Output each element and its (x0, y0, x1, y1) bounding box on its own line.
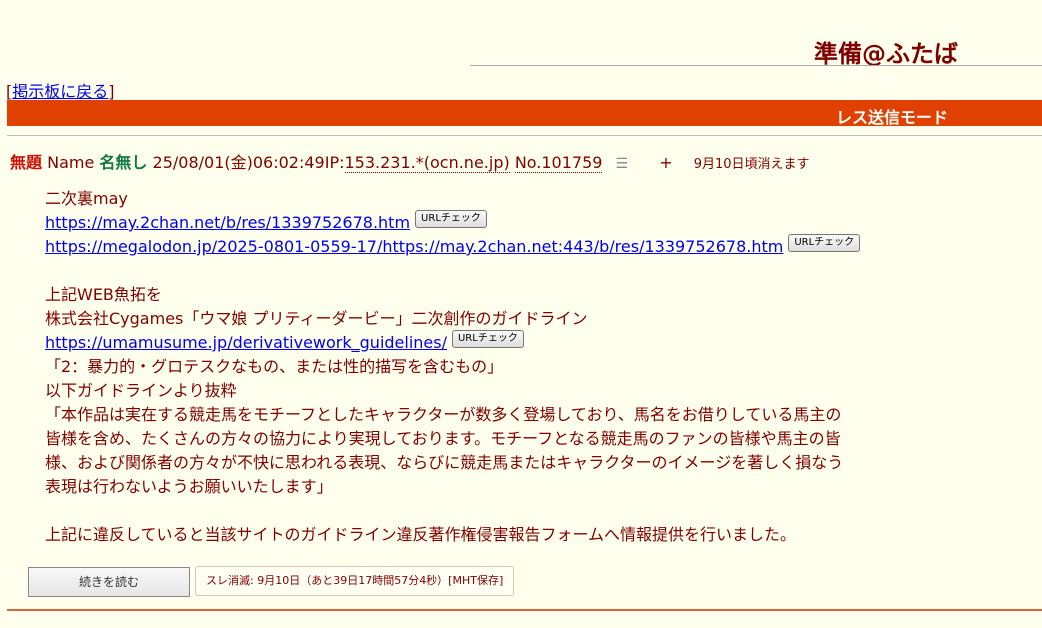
megalodon-link[interactable]: https://megalodon.jp/2025-0801-0559-17/h… (45, 237, 783, 256)
post-expiry: 9月10日頃消えます (693, 157, 810, 172)
reply-mode-label: レス送信モード (836, 108, 949, 127)
url-check-button[interactable]: URLチェック (415, 210, 487, 228)
ip-value: 153.231.*(ocn.ne.jp) (344, 153, 510, 173)
post-body: 二次裏may https://may.2chan.net/b/res/13397… (45, 187, 865, 547)
url-check-button[interactable]: URLチェック (788, 234, 861, 252)
body-line-url: https://megalodon.jp/2025-0801-0559-17/h… (45, 234, 865, 259)
body-line: 様、および関係者の方々が不快に思われる表現、ならびに競走馬またはキャラクターのイ… (45, 453, 844, 472)
body-line: 「2：暴力的・グロテスクなもの、または性的描写を含むもの」 (45, 357, 504, 376)
board-title: 準備@ふたば (814, 40, 958, 68)
back-nav: [掲示板に戻る] (6, 78, 115, 102)
body-line: 上記に違反していると当該サイトのガイドライン違反著作権侵害報告フォームへ情報提供… (45, 525, 797, 544)
body-line: 上記WEB魚拓を (45, 285, 162, 304)
post-datetime: 25/08/01(金)06:02:49 (152, 153, 325, 172)
may-thread-link[interactable]: https://may.2chan.net/b/res/1339752678.h… (45, 213, 410, 232)
body-line: 「本作品は実在する競走馬をモチーフとしたキャラクターが数多く登場しており、馬名を… (45, 405, 842, 424)
body-line: 表現は行わないようお願いいたします」 (45, 477, 333, 496)
body-line-url: https://umamusume.jp/derivativework_guid… (45, 330, 865, 355)
list-icon[interactable]: ☰ (616, 156, 629, 172)
body-line-url: https://may.2chan.net/b/res/1339752678.h… (45, 210, 865, 235)
poster-name: 名無し (99, 153, 148, 172)
ip-label: IP: (324, 153, 345, 172)
name-label: Name (47, 153, 95, 172)
body-line: 皆様を含め、たくさんの方々の協力により実現しております。モチーフとなる競走馬のフ… (45, 429, 841, 448)
plus-button[interactable]: + (659, 153, 672, 172)
guidelines-link[interactable]: https://umamusume.jp/derivativework_guid… (45, 333, 447, 352)
url-check-button[interactable]: URLチェック (451, 330, 524, 348)
post-number[interactable]: No.101759 (514, 153, 603, 173)
reply-mode-bar: レス送信モード (7, 100, 1042, 127)
post-header: 無題 Name 名無し 25/08/01(金)06:02:49IP:153.23… (10, 149, 810, 173)
post-subject: 無題 (10, 153, 43, 172)
header-divider (470, 65, 1042, 66)
bracket-close: ] (108, 82, 115, 101)
body-line: 以下ガイドラインより抜粋 (45, 381, 237, 400)
back-to-board-link[interactable]: 掲示板に戻る (12, 82, 108, 101)
footer-divider (7, 609, 1042, 611)
thread-expire-info: スレ消滅: 9月10日（あと39日17時間57分4秒）[MHT保存] (195, 566, 515, 596)
body-line: 二次裏may (45, 189, 128, 208)
read-more-button[interactable]: 続きを読む (28, 567, 190, 597)
body-line: 株式会社Cygames「ウマ娘 プリティーダービー」二次創作のガイドライン (45, 309, 588, 328)
mode-divider (7, 135, 1042, 136)
